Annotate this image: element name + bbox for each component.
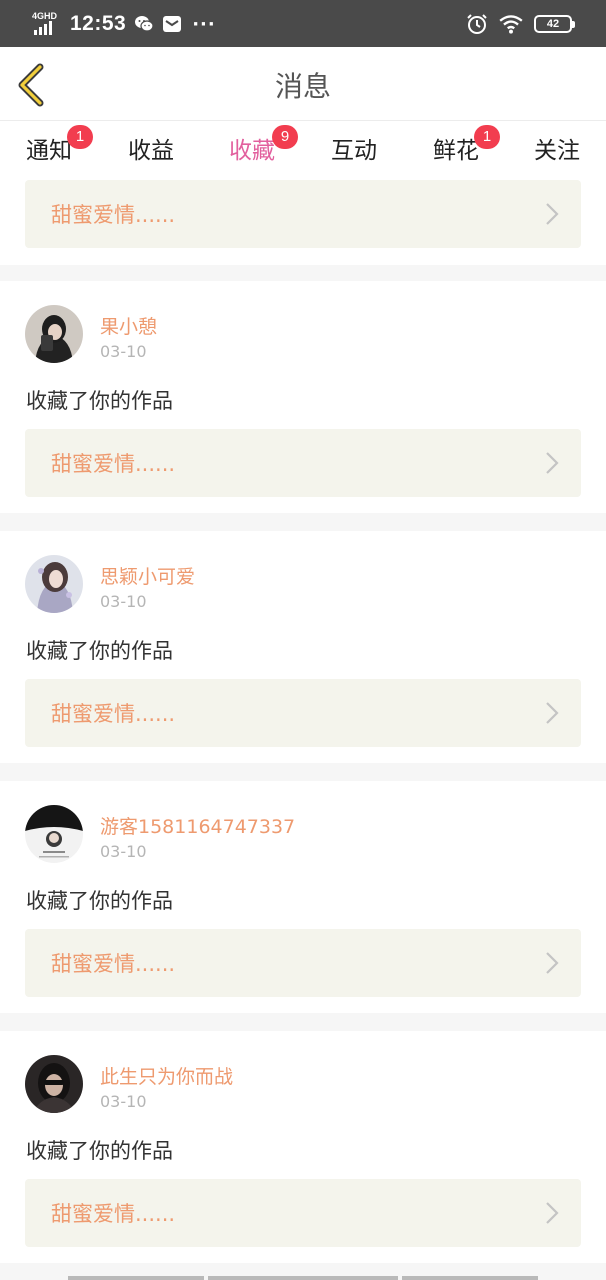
- tab-label: 通知: [26, 138, 72, 164]
- tab-label: 收益: [128, 138, 174, 164]
- status-bar: 4GHD 12:53 ··· 42: [0, 0, 606, 47]
- top-bar: 消息: [0, 47, 606, 121]
- work-link[interactable]: 甜蜜爱情......: [25, 1179, 581, 1247]
- chevron-right-icon: [546, 203, 559, 225]
- tab-label: 收藏: [229, 138, 275, 164]
- work-title: 甜蜜爱情......: [51, 1202, 176, 1226]
- avatar[interactable]: [25, 555, 83, 613]
- signal-icon: 4GHD: [32, 11, 62, 37]
- chevron-right-icon: [546, 1202, 559, 1224]
- work-link[interactable]: 甜蜜爱情......: [25, 679, 581, 747]
- tab-follow[interactable]: 关注: [517, 131, 597, 165]
- list-item: 甜蜜爱情......: [0, 177, 606, 265]
- work-title: 甜蜜爱情......: [51, 952, 176, 976]
- work-title: 甜蜜爱情......: [51, 702, 176, 726]
- message-text: 收藏了你的作品: [26, 639, 173, 663]
- work-link[interactable]: 甜蜜爱情......: [25, 929, 581, 997]
- avatar[interactable]: [25, 1055, 83, 1113]
- bottom-edge-shadow: [402, 1276, 538, 1280]
- work-title: 甜蜜爱情......: [51, 203, 176, 227]
- unread-badge: 9: [272, 125, 298, 149]
- list-item: 果小憩 03-10 收藏了你的作品 甜蜜爱情......: [0, 281, 606, 513]
- tab-label: 互动: [331, 138, 377, 164]
- mail-icon: [163, 16, 182, 32]
- message-text: 收藏了你的作品: [26, 1139, 173, 1163]
- unread-badge: 1: [67, 125, 93, 149]
- username[interactable]: 果小憩: [100, 312, 157, 339]
- wifi-icon: [499, 15, 523, 34]
- battery-icon: 42: [534, 15, 575, 33]
- message-text: 收藏了你的作品: [26, 389, 173, 413]
- chevron-right-icon: [546, 952, 559, 974]
- work-title: 甜蜜爱情......: [51, 452, 176, 476]
- bottom-edge-shadow: [208, 1276, 398, 1280]
- username[interactable]: 思颖小可爱: [100, 562, 195, 589]
- timestamp: 03-10: [100, 592, 147, 611]
- alarm-icon: [467, 14, 487, 34]
- wechat-icon: [135, 16, 154, 32]
- list-item: 思颖小可爱 03-10 收藏了你的作品 甜蜜爱情......: [0, 531, 606, 763]
- avatar[interactable]: [25, 305, 83, 363]
- list-item: 游客1581164747337 03-10 收藏了你的作品 甜蜜爱情......: [0, 781, 606, 1013]
- username[interactable]: 游客1581164747337: [100, 812, 295, 839]
- tab-bar: 通知 1 收益 收藏 9 互动 鲜花 1 关注: [0, 121, 606, 180]
- timestamp: 03-10: [100, 842, 147, 861]
- tab-favorites[interactable]: 收藏 9: [212, 125, 298, 180]
- tab-notice[interactable]: 通知 1: [9, 125, 93, 165]
- list-item: 此生只为你而战 03-10 收藏了你的作品 甜蜜爱情......: [0, 1031, 606, 1263]
- clock: 12:53: [70, 12, 127, 35]
- tab-interaction[interactable]: 互动: [314, 131, 394, 165]
- tab-label: 鲜花: [433, 138, 479, 164]
- message-text: 收藏了你的作品: [26, 889, 173, 913]
- more-notifications-icon: ···: [192, 13, 216, 35]
- chevron-right-icon: [546, 702, 559, 724]
- username[interactable]: 此生只为你而战: [100, 1062, 233, 1089]
- timestamp: 03-10: [100, 1092, 147, 1111]
- work-link[interactable]: 甜蜜爱情......: [25, 180, 581, 248]
- avatar[interactable]: [25, 805, 83, 863]
- bottom-edge-shadow: [68, 1276, 204, 1280]
- timestamp: 03-10: [100, 342, 147, 361]
- work-link[interactable]: 甜蜜爱情......: [25, 429, 581, 497]
- tab-label: 关注: [534, 138, 580, 164]
- page-title: 消息: [274, 70, 331, 103]
- unread-badge: 1: [474, 125, 500, 149]
- tab-flowers[interactable]: 鲜花 1: [416, 125, 500, 165]
- tab-earnings[interactable]: 收益: [111, 131, 191, 165]
- chevron-right-icon: [546, 452, 559, 474]
- message-list[interactable]: 甜蜜爱情...... 果小憩 03-10 收藏了你的作品 甜蜜爱情......: [0, 177, 606, 1280]
